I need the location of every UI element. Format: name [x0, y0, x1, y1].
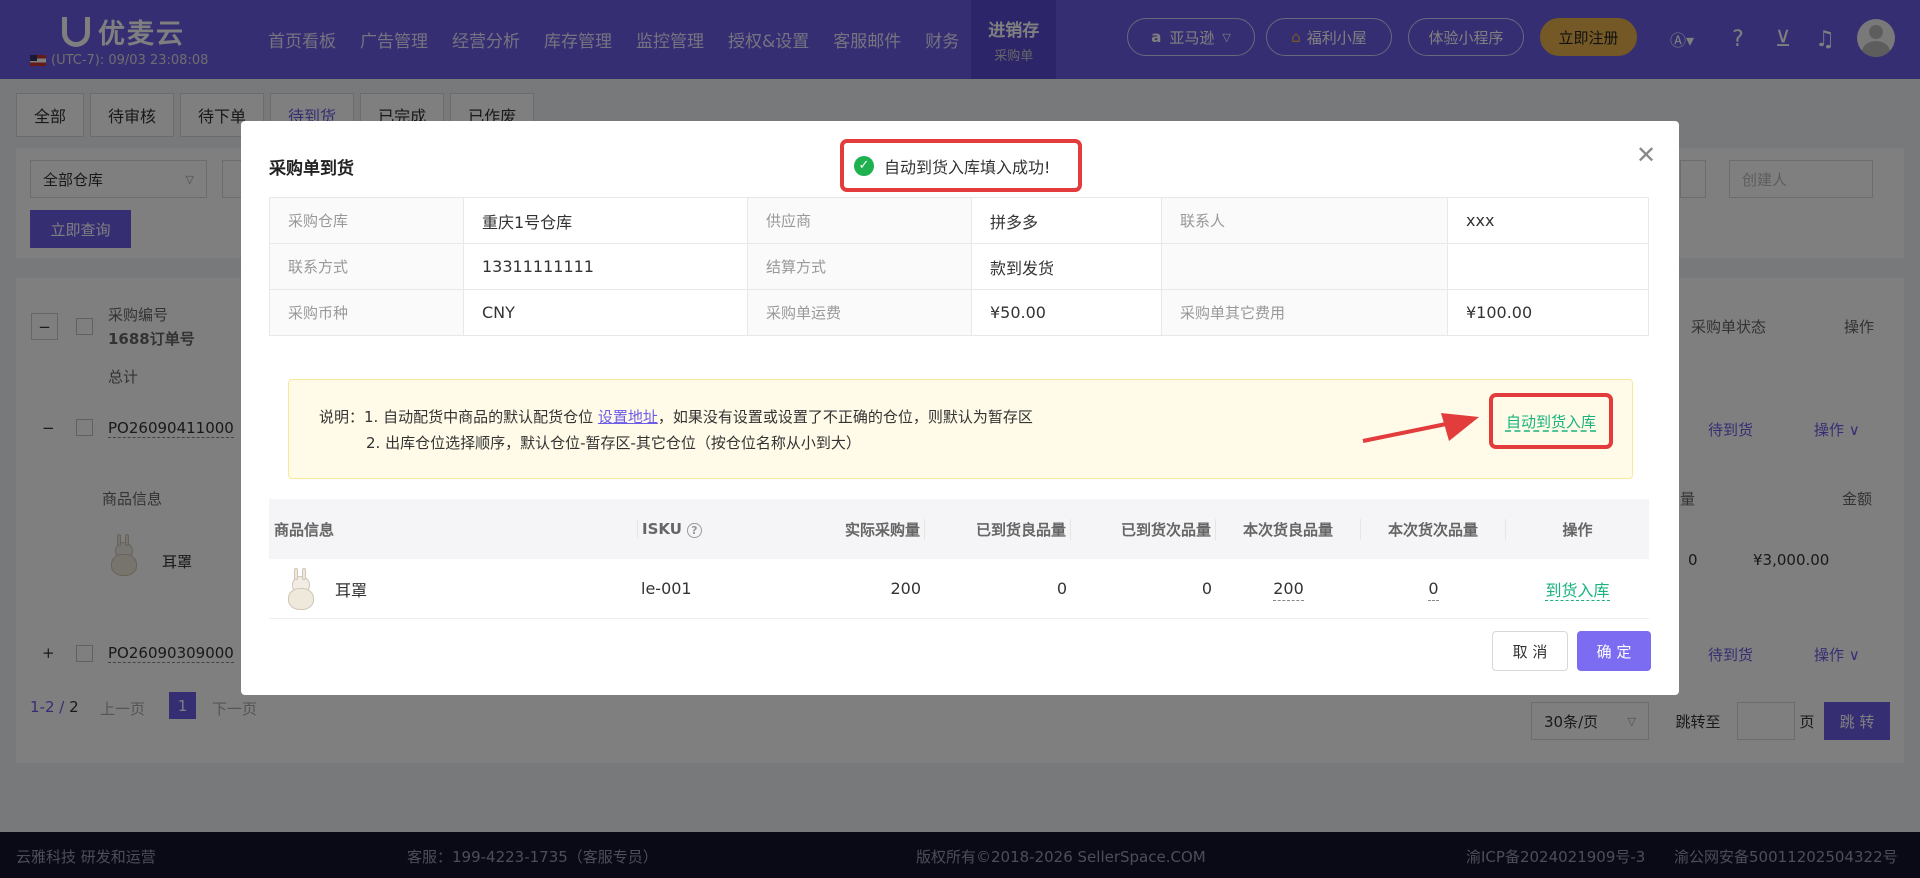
info-label: 采购币种	[269, 289, 464, 336]
col-goods: 商品信息	[274, 520, 335, 539]
this-bad-cell: 0	[1361, 579, 1506, 601]
arrival-dialog: 采购单到货 ✕ 采购仓库 重庆1号仓库 供应商 拼多多 联系人 xxx 联系方式…	[241, 121, 1679, 695]
auto-arrival-button[interactable]: 自动到货入库	[1489, 393, 1613, 449]
settings-address-link[interactable]: 设置地址	[598, 408, 658, 426]
product-table-header: 商品信息 ISKU ? 实际采购量 已到货良品量 已到货次品量 本次货良品量 本…	[269, 499, 1649, 559]
info-label: 联系方式	[269, 243, 464, 290]
info-value: CNY	[463, 289, 748, 336]
this-good-input[interactable]: 200	[1273, 579, 1304, 601]
close-icon[interactable]: ✕	[1636, 141, 1656, 169]
product-thumbnail	[281, 567, 319, 610]
info-value: 重庆1号仓库	[463, 197, 748, 244]
info-value: xxx	[1447, 197, 1649, 244]
col-this-good: 本次货良品量	[1216, 518, 1361, 540]
notice-prefix: 说明：	[319, 408, 365, 426]
notice-line-2: 2. 出库仓位选择顺序，默认仓位-暂存区-其它仓位（按仓位名称从小到大）	[366, 434, 861, 452]
notice-text: ，如果没有设置或设置了不正确的仓位，则默认为暂存区	[657, 408, 1033, 426]
info-value: ¥100.00	[1447, 289, 1649, 336]
help-icon[interactable]: ?	[687, 523, 702, 538]
info-value: ¥50.00	[971, 289, 1162, 336]
product-table: 商品信息 ISKU ? 实际采购量 已到货良品量 已到货次品量 本次货良品量 本…	[269, 499, 1649, 619]
col-arrived-bad: 已到货次品量	[1071, 518, 1216, 540]
info-value: 13311111111	[463, 243, 748, 290]
actual-qty-value: 200	[890, 579, 921, 598]
col-action: 操作	[1562, 520, 1593, 539]
info-label: 联系人	[1161, 197, 1448, 244]
info-label: 供应商	[747, 197, 972, 244]
action-cell: 到货入库	[1506, 577, 1649, 601]
info-label: 采购单运费	[747, 289, 972, 336]
product-cell: 耳罩	[269, 567, 637, 610]
info-label: 结算方式	[747, 243, 972, 290]
notice-line-1: 说明：1. 自动配货中商品的默认配货仓位 设置地址，如果没有设置或设置了不正确的…	[319, 406, 1033, 427]
this-bad-input[interactable]: 0	[1428, 579, 1439, 601]
purchase-info-table: 采购仓库 重庆1号仓库 供应商 拼多多 联系人 xxx 联系方式 1331111…	[269, 197, 1649, 336]
notice-text: 1. 自动配货中商品的默认配货仓位	[364, 408, 598, 426]
annotation-arrow-icon	[1362, 413, 1479, 443]
product-row: 耳罩 le-001 200 0 0 200 0 到货入库	[269, 559, 1649, 619]
info-label: 采购单其它费用	[1161, 289, 1448, 336]
arrived-bad-value: 0	[1201, 579, 1212, 598]
isku-value: le-001	[641, 579, 692, 598]
info-label: 采购仓库	[269, 197, 464, 244]
col-actual-qty: 实际采购量	[779, 518, 925, 540]
arrival-stock-in-link[interactable]: 到货入库	[1545, 580, 1610, 601]
col-isku-label: ISKU	[642, 520, 682, 538]
success-toast: ✓ 自动到货入库填入成功!	[840, 139, 1082, 192]
toast-message: 自动到货入库填入成功!	[884, 157, 1051, 177]
product-name: 耳罩	[335, 580, 368, 600]
col-arrived-good: 已到货良品量	[925, 518, 1071, 540]
info-label	[1161, 243, 1448, 290]
info-value: 拼多多	[971, 197, 1162, 244]
dialog-title: 采购单到货	[269, 159, 354, 179]
info-value: 款到发货	[971, 243, 1162, 290]
cancel-button[interactable]: 取 消	[1492, 631, 1568, 671]
check-circle-icon: ✓	[854, 155, 874, 176]
confirm-button[interactable]: 确 定	[1577, 631, 1651, 671]
col-this-bad: 本次货次品量	[1361, 518, 1506, 540]
info-value	[1447, 243, 1649, 290]
col-isku: ISKU ?	[637, 520, 779, 538]
this-good-cell: 200	[1216, 579, 1361, 601]
arrived-good-value: 0	[1056, 579, 1067, 598]
